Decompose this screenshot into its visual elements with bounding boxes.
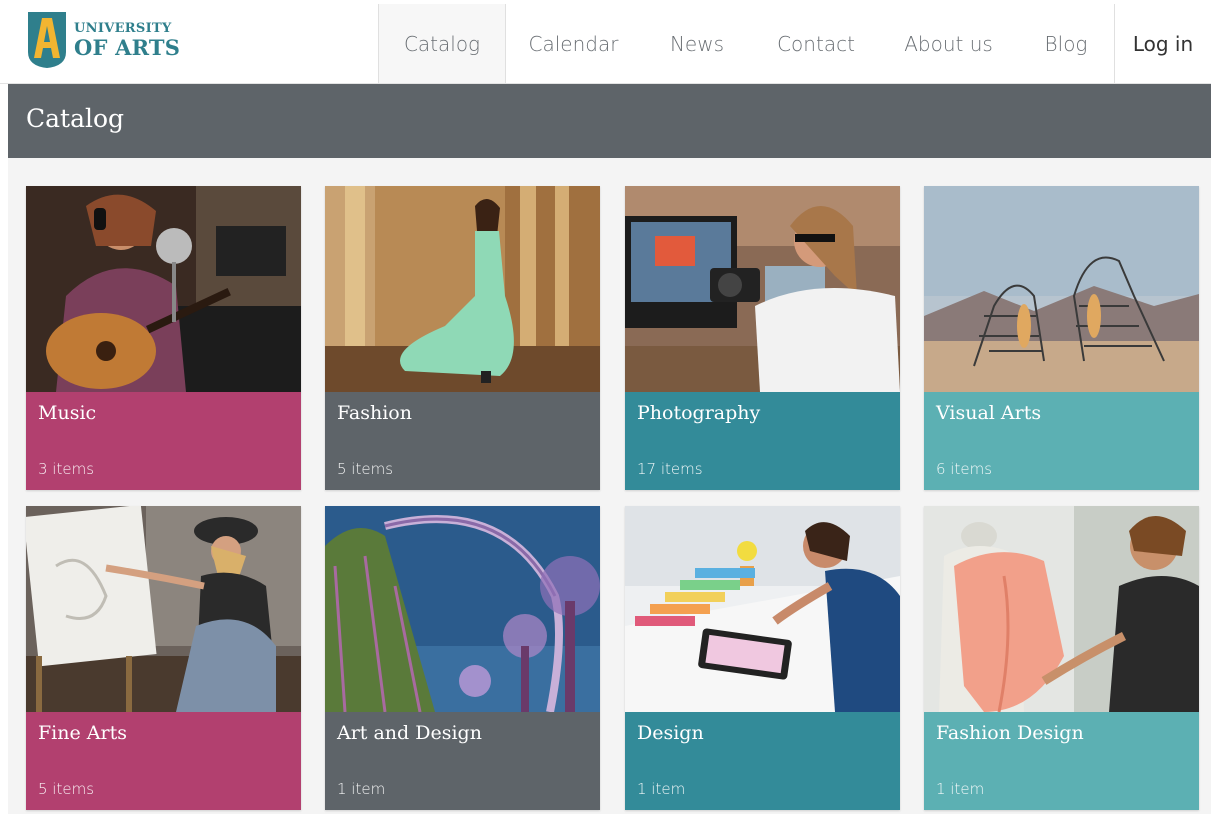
catalog-card-fashion-design[interactable]: Fashion Design 1 item xyxy=(924,506,1199,810)
card-footer: Fashion 5 items xyxy=(325,392,600,490)
card-item-count: 6 items xyxy=(936,460,993,478)
catalog-card-visual-arts[interactable]: Visual Arts 6 items xyxy=(924,186,1199,490)
card-footer: Fine Arts 5 items xyxy=(26,712,301,810)
card-item-count: 17 items xyxy=(637,460,703,478)
nav-item-catalog[interactable]: Catalog xyxy=(378,4,506,83)
card-title: Music xyxy=(38,402,97,424)
page-title-bar: Catalog xyxy=(8,84,1211,158)
card-footer: Fashion Design 1 item xyxy=(924,712,1199,810)
letter-a-shield-logo-icon xyxy=(26,12,68,68)
nav-item-blog[interactable]: Blog xyxy=(1018,4,1114,83)
catalog-card-fashion[interactable]: Fashion 5 items xyxy=(325,186,600,490)
login-link[interactable]: Log in xyxy=(1114,4,1211,83)
site-logo[interactable]: UNIVERSITY OF ARTS xyxy=(26,12,186,70)
supertree-garden-night-photo xyxy=(325,506,600,712)
catalog-card-photography[interactable]: Photography 17 items xyxy=(625,186,900,490)
card-title: Visual Arts xyxy=(936,402,1042,424)
catalog-card-music[interactable]: Music 3 items xyxy=(26,186,301,490)
card-footer: Music 3 items xyxy=(26,392,301,490)
catalog-grid: Music 3 items Fashion 5 items Photograph… xyxy=(8,158,1211,814)
page-title: Catalog xyxy=(26,104,125,133)
card-item-count: 5 items xyxy=(38,780,95,798)
card-item-count: 1 item xyxy=(936,780,985,798)
nav-item-calendar[interactable]: Calendar xyxy=(506,4,641,83)
woman-in-green-dress-photo xyxy=(325,186,600,392)
wire-sculpture-desert-photo xyxy=(924,186,1199,392)
brand-name: UNIVERSITY OF ARTS xyxy=(74,22,180,58)
woman-singing-with-guitar-photo xyxy=(26,186,301,392)
nav-item-contact[interactable]: Contact xyxy=(753,4,879,83)
card-item-count: 3 items xyxy=(38,460,95,478)
card-title: Design xyxy=(637,722,704,744)
main-nav: Catalog Calendar News Contact About us B… xyxy=(378,4,1114,83)
card-footer: Design 1 item xyxy=(625,712,900,810)
card-title: Photography xyxy=(637,402,761,424)
card-item-count: 1 item xyxy=(337,780,386,798)
site-header: UNIVERSITY OF ARTS Catalog Calendar News… xyxy=(0,0,1211,84)
woman-painting-canvas-photo xyxy=(26,506,301,712)
nav-item-news[interactable]: News xyxy=(641,4,753,83)
card-footer: Visual Arts 6 items xyxy=(924,392,1199,490)
designer-color-swatches-photo xyxy=(625,506,900,712)
card-footer: Art and Design 1 item xyxy=(325,712,600,810)
brand-line-2: OF ARTS xyxy=(74,35,181,60)
catalog-card-art-and-design[interactable]: Art and Design 1 item xyxy=(325,506,600,810)
card-footer: Photography 17 items xyxy=(625,392,900,490)
card-title: Fashion Design xyxy=(936,722,1084,744)
tailor-with-mannequin-photo xyxy=(924,506,1199,712)
card-item-count: 5 items xyxy=(337,460,394,478)
catalog-card-design[interactable]: Design 1 item xyxy=(625,506,900,810)
card-title: Art and Design xyxy=(337,722,482,744)
card-item-count: 1 item xyxy=(637,780,686,798)
catalog-card-fine-arts[interactable]: Fine Arts 5 items xyxy=(26,506,301,810)
nav-item-about-us[interactable]: About us xyxy=(879,4,1018,83)
woman-with-camera-photo xyxy=(625,186,900,392)
card-title: Fashion xyxy=(337,402,412,424)
brand-line-1: UNIVERSITY xyxy=(74,21,172,36)
card-title: Fine Arts xyxy=(38,722,127,744)
